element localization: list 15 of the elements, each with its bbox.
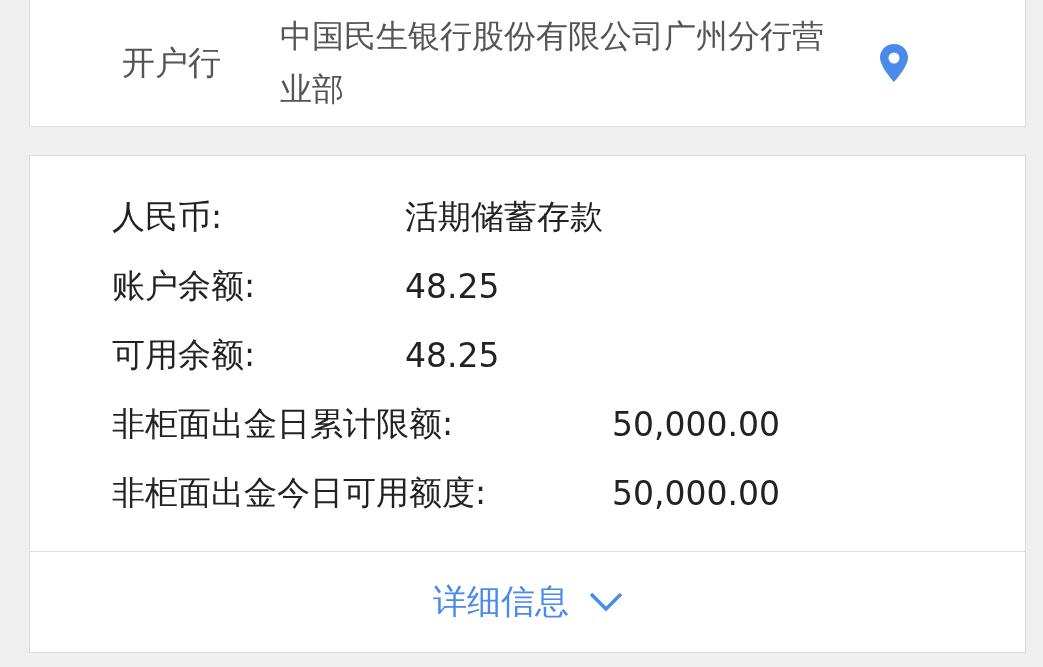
field-value: 50,000.00 [612,474,780,513]
bank-name: 中国民生银行股份有限公司广州分行营业部 [280,16,825,110]
field-label: 可用余额: [112,334,257,376]
details-link[interactable]: 详细信息 [432,579,569,625]
field-label: 非柜面出金日累计限额: [112,403,455,445]
field-label: 人民币: [112,196,224,238]
field-value: 48.25 [405,336,500,375]
field-value: 50,000.00 [612,405,780,444]
bank-label: 开户行 [122,41,222,84]
location-pin-icon[interactable] [878,43,910,83]
field-value: 活期储蓄存款 [405,196,603,238]
field-label: 非柜面出金今日可用额度: [112,472,488,514]
field-value: 48.25 [405,267,500,306]
field-label: 账户余额: [112,265,257,307]
chevron-down-icon[interactable] [588,592,623,612]
